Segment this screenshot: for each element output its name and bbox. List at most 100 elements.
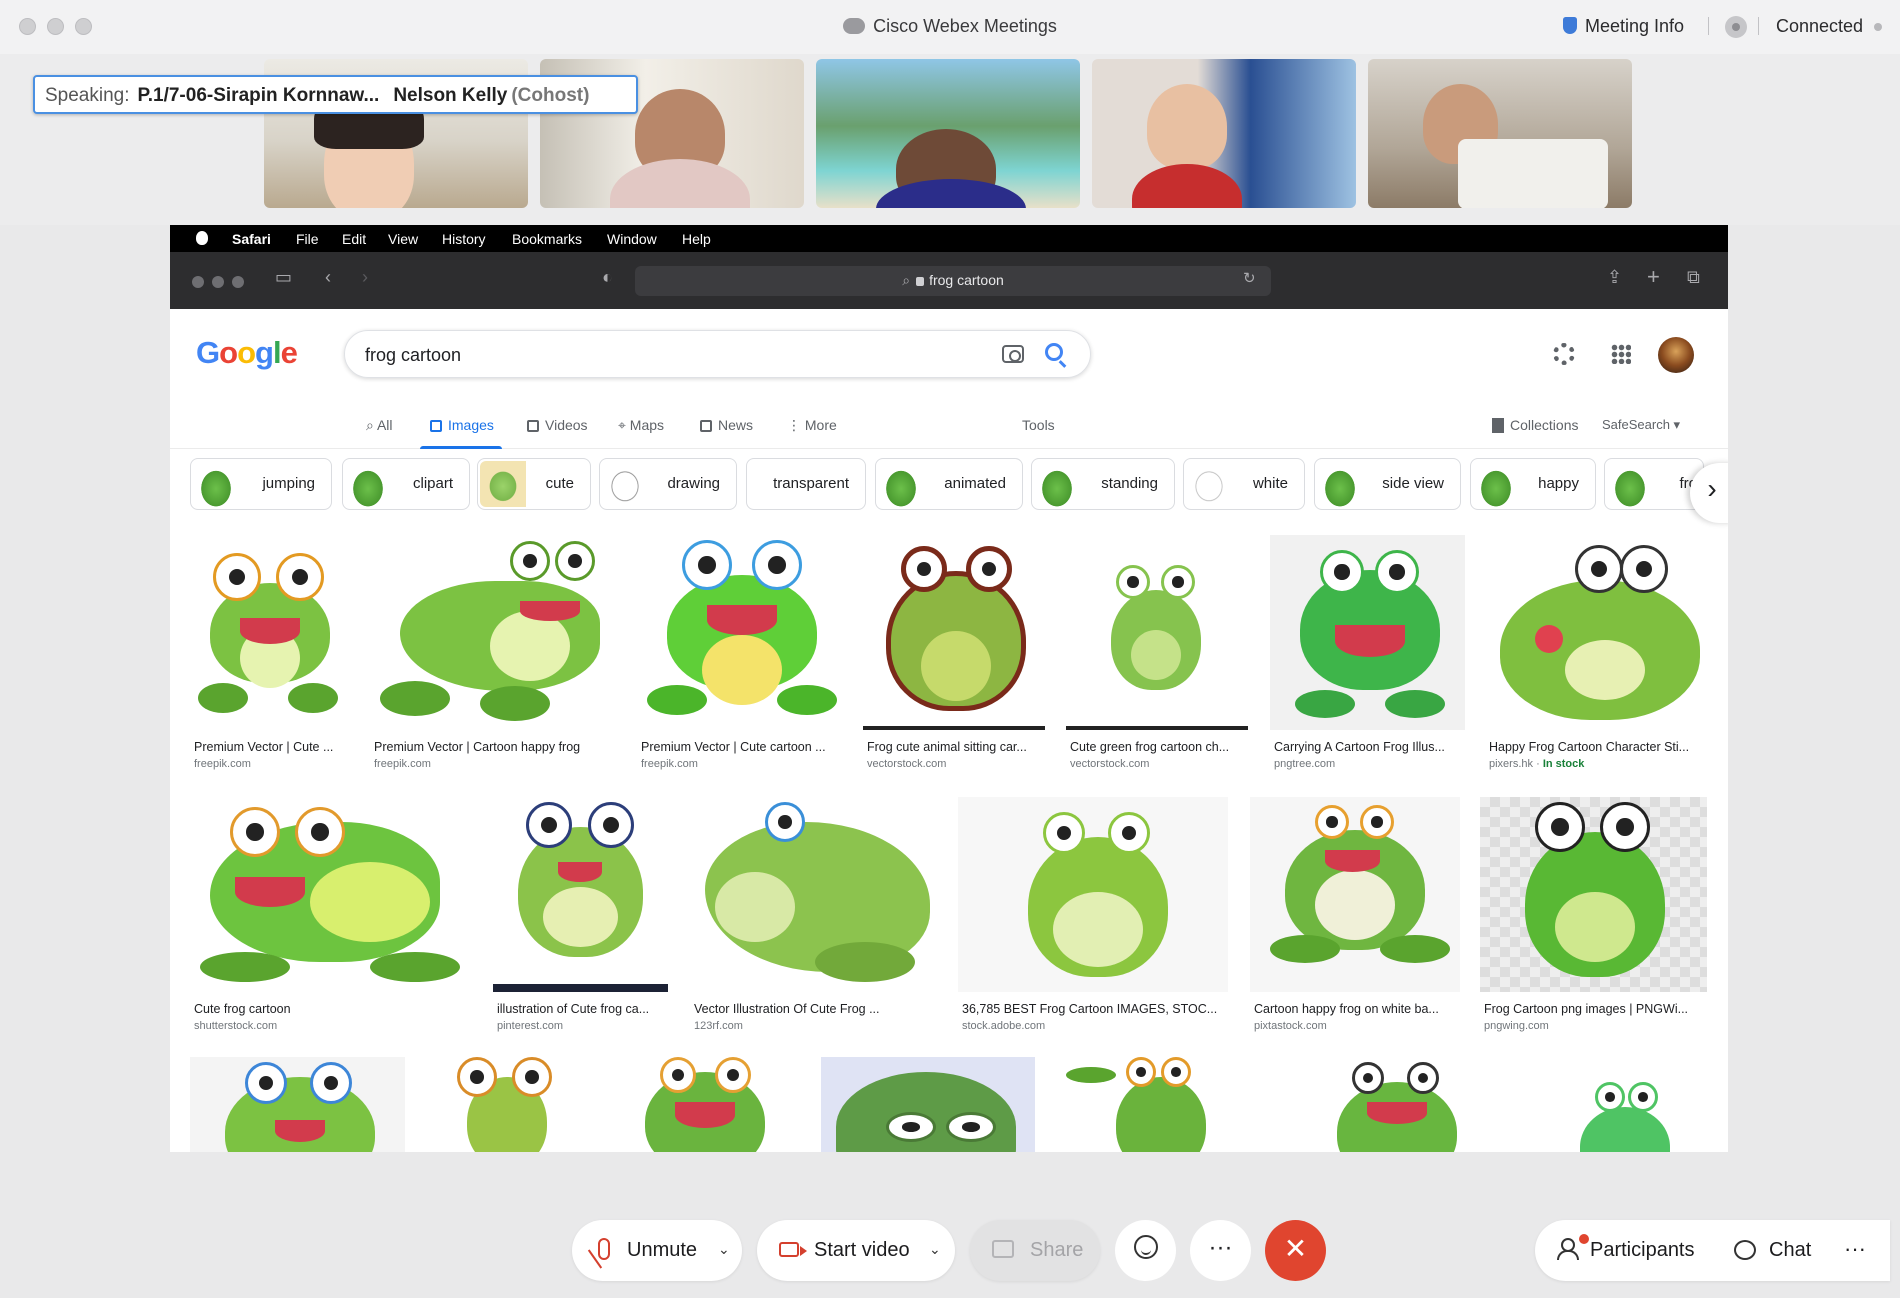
chip-jumping[interactable]: jumping	[190, 458, 332, 510]
chat-button[interactable]: Chat	[1712, 1220, 1827, 1281]
close-tab-dot[interactable]	[192, 276, 204, 288]
chevron-down-icon[interactable]: ⌄	[929, 1241, 941, 1258]
leave-meeting-button[interactable]: ✕	[1265, 1220, 1326, 1281]
address-bar[interactable]: ⌕ frog cartoon	[635, 266, 1271, 296]
tab-images[interactable]: Images	[420, 417, 502, 449]
participant-video-tile[interactable]	[816, 59, 1080, 208]
chip-standing[interactable]: standing	[1031, 458, 1175, 510]
new-tab-icon[interactable]: +	[1647, 264, 1660, 290]
camera-search-icon[interactable]	[1002, 345, 1024, 363]
result-thumbnail[interactable]	[1485, 535, 1707, 730]
chip-fro[interactable]: fro	[1604, 458, 1704, 510]
participant-video-tile[interactable]	[1092, 59, 1356, 208]
result-thumbnail[interactable]	[493, 797, 668, 992]
tab-overview-icon[interactable]: ⧉	[1687, 267, 1700, 288]
result-thumbnail[interactable]	[1056, 1057, 1246, 1152]
chevron-down-icon[interactable]: ⌄	[718, 1241, 730, 1258]
menu-bookmarks[interactable]: Bookmarks	[512, 231, 582, 247]
result-thumbnail[interactable]	[190, 535, 350, 730]
unmute-button[interactable]: Unmute ⌄	[572, 1220, 742, 1281]
result-title[interactable]: Vector Illustration Of Cute Frog ...	[694, 1002, 880, 1016]
result-thumbnail[interactable]	[821, 1057, 1035, 1152]
result-title[interactable]: Frog Cartoon png images | PNGWi...	[1484, 1002, 1688, 1016]
account-avatar[interactable]	[1658, 337, 1694, 373]
google-logo[interactable]: Google	[196, 335, 298, 371]
tab-all[interactable]: ⌕ All	[366, 417, 393, 434]
tab-more[interactable]: ⋮ More	[787, 417, 837, 434]
chip-white[interactable]: white	[1183, 458, 1305, 510]
result-title[interactable]: Frog cute animal sitting car...	[867, 740, 1027, 754]
chip-drawing[interactable]: drawing	[599, 458, 737, 510]
result-title[interactable]: Premium Vector | Cute cartoon ...	[641, 740, 826, 754]
result-thumbnail[interactable]	[427, 1057, 584, 1152]
search-input[interactable]: frog cartoon	[365, 345, 461, 366]
result-title[interactable]: Cartoon happy frog on white ba...	[1254, 1002, 1439, 1016]
result-title[interactable]: Premium Vector | Cartoon happy frog	[374, 740, 580, 754]
menu-safari[interactable]: Safari	[232, 231, 271, 247]
minimize-dot[interactable]	[212, 276, 224, 288]
safesearch-dropdown[interactable]: SafeSearch ▾	[1602, 417, 1680, 433]
result-thumbnail[interactable]	[1550, 1057, 1707, 1152]
chip-transparent[interactable]: transparent	[746, 458, 866, 510]
result-thumbnail[interactable]	[637, 535, 842, 730]
result-title[interactable]: Cute green frog cartoon ch...	[1070, 740, 1229, 754]
share-sheet-icon[interactable]: ⇪	[1607, 267, 1622, 288]
chip-side-view[interactable]: side view	[1314, 458, 1461, 510]
privacy-shield-icon[interactable]: ◐	[602, 267, 613, 288]
result-source: pngtree.com	[1274, 758, 1336, 770]
menu-help[interactable]: Help	[682, 231, 711, 247]
result-title[interactable]: Cute frog cartoon	[194, 1002, 291, 1016]
menu-edit[interactable]: Edit	[342, 231, 366, 247]
share-button[interactable]: Share	[970, 1220, 1100, 1281]
result-title[interactable]: Happy Frog Cartoon Character Sti...	[1489, 740, 1689, 754]
reactions-button[interactable]	[1115, 1220, 1176, 1281]
result-thumbnail[interactable]	[605, 1057, 800, 1152]
back-icon[interactable]: ‹	[325, 267, 331, 288]
chip-animated[interactable]: animated	[875, 458, 1023, 510]
menu-window[interactable]: Window	[607, 231, 657, 247]
panel-more-button[interactable]: ···	[1835, 1236, 1875, 1262]
tools-button[interactable]: Tools	[1022, 417, 1055, 433]
result-thumbnail[interactable]	[190, 797, 470, 992]
chip-clipart[interactable]: clipart	[342, 458, 470, 510]
result-thumbnail[interactable]	[1066, 535, 1248, 730]
zoom-dot[interactable]	[232, 276, 244, 288]
tab-news[interactable]: News	[700, 417, 753, 433]
result-title[interactable]: Premium Vector | Cute ...	[194, 740, 333, 754]
tab-videos[interactable]: Videos	[527, 417, 588, 433]
tab-maps[interactable]: ⌖ Maps	[618, 417, 664, 434]
meeting-info-button[interactable]: Meeting Info	[1563, 16, 1684, 37]
result-thumbnail[interactable]	[958, 797, 1228, 992]
result-source: freepik.com	[641, 758, 698, 770]
participants-button[interactable]: Participants	[1535, 1220, 1710, 1281]
result-thumbnail[interactable]	[190, 1057, 405, 1152]
apple-icon[interactable]	[196, 231, 208, 245]
result-thumbnail[interactable]	[1270, 535, 1465, 730]
result-title[interactable]: 36,785 BEST Frog Cartoon IMAGES, STOC...	[962, 1002, 1217, 1016]
forward-icon[interactable]: ›	[362, 267, 368, 288]
google-apps-icon[interactable]	[1611, 344, 1631, 364]
settings-gear-icon[interactable]	[1553, 343, 1575, 365]
result-thumbnail[interactable]	[863, 535, 1045, 730]
search-icon[interactable]	[1045, 343, 1063, 361]
menu-history[interactable]: History	[442, 231, 486, 247]
menu-file[interactable]: File	[296, 231, 319, 247]
result-thumbnail[interactable]	[690, 797, 935, 992]
collections-button[interactable]: Collections	[1492, 417, 1578, 433]
menu-view[interactable]: View	[388, 231, 418, 247]
chip-cute[interactable]: cute	[477, 458, 591, 510]
result-thumbnail[interactable]	[1480, 797, 1707, 992]
result-title[interactable]: Carrying A Cartoon Frog Illus...	[1274, 740, 1445, 754]
result-thumbnail[interactable]	[1267, 1057, 1529, 1152]
chip-happy[interactable]: happy	[1470, 458, 1596, 510]
active-speaker-banner: Speaking: P.1/7-06-Sirapin Kornnaw... Nels…	[33, 75, 638, 114]
search-box[interactable]: frog cartoon	[344, 330, 1091, 378]
more-options-button[interactable]: ···	[1190, 1220, 1251, 1281]
result-title[interactable]: illustration of Cute frog ca...	[497, 1002, 649, 1016]
start-video-button[interactable]: Start video ⌄	[757, 1220, 955, 1281]
participant-video-tile[interactable]	[1368, 59, 1632, 208]
reload-icon[interactable]: ↻	[1243, 269, 1256, 287]
result-thumbnail[interactable]	[1250, 797, 1460, 992]
result-thumbnail[interactable]	[370, 535, 615, 730]
sidebar-icon[interactable]: ▭	[275, 267, 292, 288]
